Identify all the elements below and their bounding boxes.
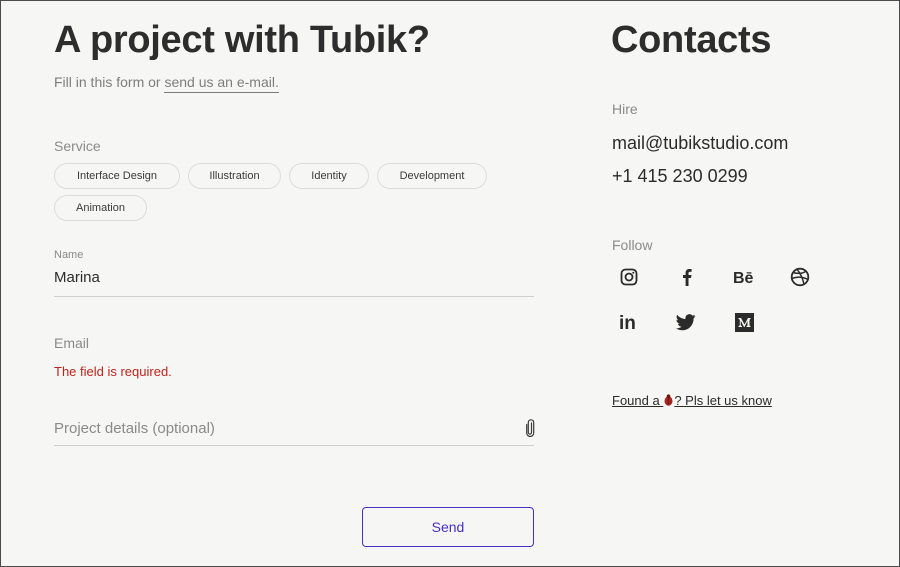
svg-text:Bē: Bē bbox=[733, 270, 754, 285]
project-details-input[interactable]: Project details (optional) bbox=[54, 420, 215, 437]
facebook-icon[interactable] bbox=[676, 266, 698, 288]
form-subtitle: Fill in this form or send us an e-mail. bbox=[54, 74, 279, 93]
subtitle-prefix: Fill in this form or bbox=[54, 74, 165, 90]
chip-animation[interactable]: Animation bbox=[54, 195, 147, 221]
send-email-link[interactable]: send us an e-mail. bbox=[164, 74, 279, 93]
medium-icon[interactable] bbox=[733, 311, 755, 333]
bug-prefix: Found a bbox=[612, 393, 664, 408]
details-underline bbox=[54, 445, 534, 446]
behance-icon[interactable]: Bē bbox=[733, 266, 755, 288]
contact-phone[interactable]: +1 415 230 0299 bbox=[612, 166, 748, 187]
form-title: A project with Tubik? bbox=[54, 19, 430, 61]
chip-identity[interactable]: Identity bbox=[289, 163, 369, 189]
email-label[interactable]: Email bbox=[54, 335, 89, 351]
bug-suffix: ? Pls let us know bbox=[674, 393, 772, 408]
linkedin-icon[interactable]: in bbox=[618, 311, 640, 333]
instagram-icon[interactable] bbox=[618, 266, 640, 288]
chip-interface-design[interactable]: Interface Design bbox=[54, 163, 180, 189]
chip-development[interactable]: Development bbox=[377, 163, 487, 189]
hire-label: Hire bbox=[612, 101, 638, 117]
report-bug-link[interactable]: Found a ? Pls let us know bbox=[612, 393, 772, 408]
contact-email[interactable]: mail@tubikstudio.com bbox=[612, 133, 788, 154]
contacts-title: Contacts bbox=[611, 19, 772, 61]
chip-illustration[interactable]: Illustration bbox=[188, 163, 281, 189]
follow-label: Follow bbox=[612, 237, 653, 253]
service-label: Service bbox=[54, 138, 101, 154]
send-button[interactable]: Send bbox=[362, 507, 534, 547]
name-label: Name bbox=[54, 249, 84, 261]
name-input[interactable]: Marina bbox=[54, 269, 100, 286]
bug-icon bbox=[664, 394, 673, 406]
svg-text:in: in bbox=[619, 313, 636, 332]
twitter-icon[interactable] bbox=[675, 311, 697, 333]
name-underline bbox=[54, 296, 534, 297]
email-error: The field is required. bbox=[54, 364, 172, 379]
dribbble-icon[interactable] bbox=[789, 266, 811, 288]
paperclip-icon[interactable] bbox=[525, 419, 535, 437]
